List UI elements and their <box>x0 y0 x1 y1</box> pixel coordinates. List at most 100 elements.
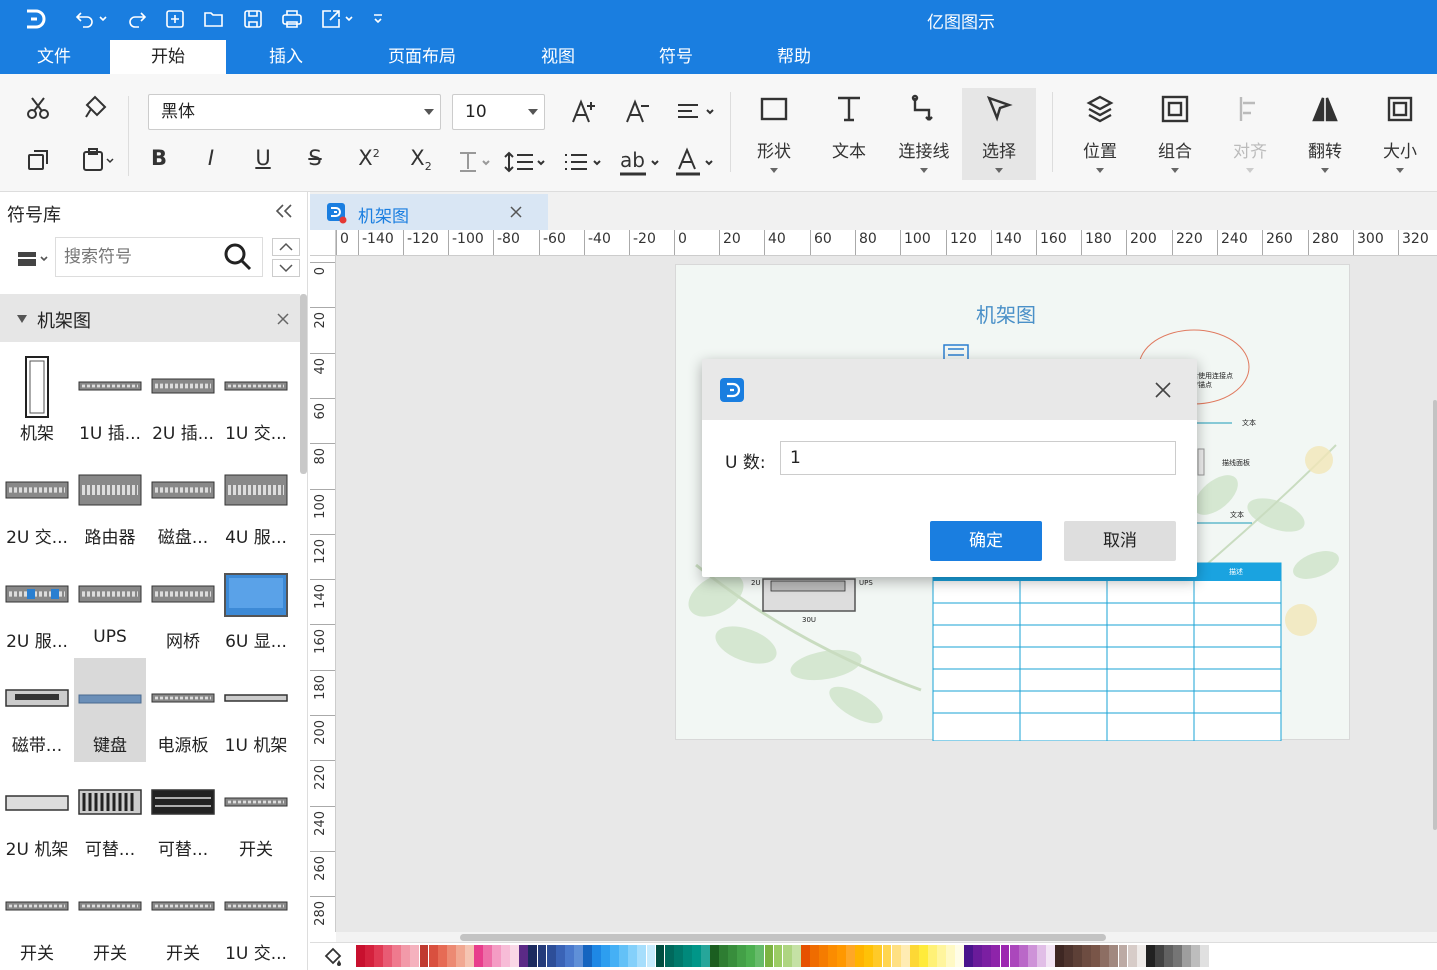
color-swatch[interactable] <box>1082 945 1092 967</box>
color-swatch[interactable] <box>1127 945 1137 967</box>
color-swatch[interactable] <box>1182 945 1191 967</box>
vertical-scrollbar[interactable] <box>1433 400 1437 830</box>
color-swatch[interactable] <box>383 945 393 967</box>
bullet-list-icon[interactable] <box>560 148 608 176</box>
close-tab-icon[interactable] <box>510 206 522 218</box>
color-swatch[interactable] <box>437 945 447 967</box>
symbol-item[interactable]: 可替... <box>74 762 146 866</box>
color-swatch[interactable] <box>401 945 411 967</box>
tool-size[interactable]: 大小 <box>1364 88 1436 180</box>
color-swatch[interactable] <box>628 945 638 967</box>
symbol-item[interactable]: 1U 交... <box>220 346 292 450</box>
symbol-item[interactable]: 2U 服... <box>1 554 73 658</box>
collapse-panel-icon[interactable] <box>272 200 296 222</box>
font-highlight-icon[interactable]: ab <box>616 146 664 178</box>
library-menu-icon[interactable] <box>12 244 50 272</box>
menu-home[interactable]: 开始 <box>110 40 226 74</box>
color-swatch[interactable] <box>946 945 955 967</box>
color-swatch[interactable] <box>546 945 556 967</box>
symbol-item[interactable]: 电源板 <box>147 658 219 762</box>
color-swatch[interactable] <box>1191 945 1201 967</box>
color-swatch[interactable] <box>1118 945 1128 967</box>
color-swatch[interactable] <box>573 945 583 967</box>
font-color-icon[interactable] <box>672 146 720 178</box>
color-swatch[interactable] <box>637 945 647 967</box>
color-swatch[interactable] <box>846 945 856 967</box>
color-swatch[interactable] <box>1136 945 1146 967</box>
tool-select[interactable]: 选择 <box>962 88 1036 180</box>
color-swatch[interactable] <box>555 945 565 967</box>
color-swatch[interactable] <box>719 945 729 967</box>
color-swatch[interactable] <box>791 945 801 967</box>
color-swatch[interactable] <box>610 945 620 967</box>
color-swatch[interactable] <box>1100 945 1110 967</box>
color-swatch[interactable] <box>1036 945 1046 967</box>
italic-icon[interactable]: I <box>194 146 228 170</box>
color-swatch[interactable] <box>655 945 665 967</box>
bubble-text[interactable]: 后使用连接点 增锚点 <box>1191 372 1233 390</box>
diagram-label[interactable]: 描线面板 <box>1222 458 1250 468</box>
close-dialog-icon[interactable] <box>1155 382 1171 398</box>
menu-view[interactable]: 视图 <box>506 40 610 74</box>
tool-flip[interactable]: 翻转 <box>1289 88 1361 180</box>
search-input[interactable] <box>56 238 216 276</box>
color-swatch[interactable] <box>519 945 529 967</box>
symbol-item[interactable]: UPS <box>74 554 146 658</box>
color-swatch[interactable] <box>492 945 502 967</box>
symbol-item[interactable]: 键盘 <box>74 658 146 762</box>
color-swatch[interactable] <box>818 945 828 967</box>
color-swatch[interactable] <box>982 945 992 967</box>
color-swatch[interactable] <box>864 945 874 967</box>
menu-file[interactable]: 文件 <box>0 40 108 74</box>
symbol-item[interactable]: 2U 交... <box>1 450 73 554</box>
category-header[interactable]: 机架图 <box>0 294 300 342</box>
color-swatch[interactable] <box>737 945 747 967</box>
bold-icon[interactable]: B <box>142 146 176 170</box>
color-swatch[interactable] <box>809 945 819 967</box>
symbol-item[interactable]: 2U 机架 <box>1 762 73 866</box>
color-swatch[interactable] <box>510 945 520 967</box>
symbol-item[interactable]: 4U 服... <box>220 450 292 554</box>
color-swatch[interactable] <box>446 945 456 967</box>
symbol-item[interactable]: 2U 插... <box>147 346 219 450</box>
symbol-item[interactable]: 开关 <box>220 762 292 866</box>
color-swatch[interactable] <box>1154 945 1164 967</box>
color-swatch[interactable] <box>455 945 465 967</box>
symbol-item[interactable]: 6U 显... <box>220 554 292 658</box>
drawing-canvas[interactable]: 机架图 后使用连接点 增锚点 文本 描线面板 文本 描述 2U UPS 30U <box>336 256 1437 932</box>
color-swatch[interactable] <box>365 945 374 967</box>
text-style-icon[interactable] <box>452 148 496 176</box>
color-swatch[interactable] <box>601 945 610 967</box>
fill-bucket-icon[interactable] <box>322 946 344 968</box>
color-swatch[interactable] <box>428 945 438 967</box>
color-swatch[interactable] <box>1000 945 1010 967</box>
symbol-item[interactable]: 磁带... <box>1 658 73 762</box>
copy-icon[interactable] <box>20 144 56 176</box>
tool-group[interactable]: 组合 <box>1139 88 1211 180</box>
tool-position[interactable]: 位置 <box>1064 88 1136 180</box>
color-swatch[interactable] <box>873 945 883 967</box>
color-swatch[interactable] <box>991 945 1001 967</box>
color-swatch[interactable] <box>964 945 974 967</box>
color-swatch[interactable] <box>882 945 892 967</box>
scroll-up-icon[interactable] <box>272 238 300 256</box>
color-swatch[interactable] <box>1055 945 1064 967</box>
text-align-icon[interactable] <box>672 96 720 128</box>
color-swatch[interactable] <box>582 945 592 967</box>
color-swatch[interactable] <box>955 945 965 967</box>
color-swatch[interactable] <box>356 945 365 967</box>
color-swatch[interactable] <box>746 945 756 967</box>
color-swatch[interactable] <box>464 945 474 967</box>
strikethrough-icon[interactable]: S <box>298 146 332 170</box>
font-size-select[interactable]: 10 <box>452 94 545 130</box>
color-swatch[interactable] <box>755 945 765 967</box>
color-swatch[interactable] <box>800 945 810 967</box>
color-swatch[interactable] <box>537 945 547 967</box>
diagram-label[interactable]: 文本 <box>1242 418 1256 428</box>
color-swatch[interactable] <box>1018 945 1028 967</box>
symbol-item[interactable]: 开关 <box>74 866 146 970</box>
color-swatch[interactable] <box>1109 945 1119 967</box>
library-scrollbar[interactable] <box>300 294 307 474</box>
cancel-button[interactable]: 取消 <box>1064 521 1176 561</box>
close-category-icon[interactable] <box>277 313 289 325</box>
